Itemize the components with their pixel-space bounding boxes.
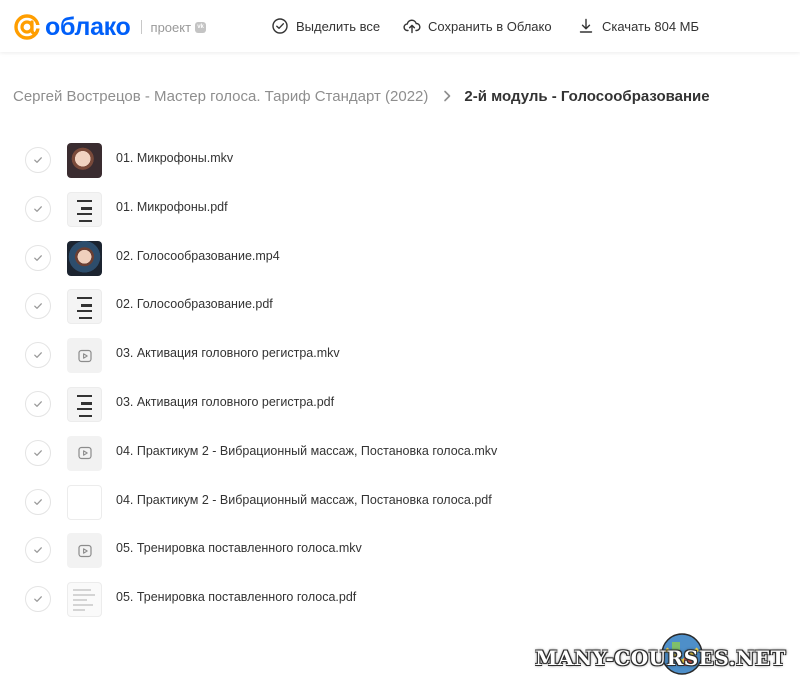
breadcrumb-parent-link[interactable]: Сергей Вострецов - Мастер голоса. Тариф … — [13, 88, 428, 105]
file-select-checkbox[interactable] — [25, 147, 51, 173]
file-select-checkbox[interactable] — [25, 244, 51, 271]
file-name[interactable]: 03. Активация головного регистра.mkv — [116, 346, 340, 360]
file-name[interactable]: 05. Тренировка поставленного голоса.pdf — [116, 590, 356, 604]
document-thumbnail — [67, 582, 102, 618]
file-name[interactable]: 05. Тренировка поставленного голоса.mkv — [116, 541, 362, 555]
project-label: проект — [150, 19, 192, 35]
file-select-checkbox[interactable] — [25, 342, 51, 369]
pdf-thumbnail — [67, 191, 102, 227]
watermark-text: MANY-COURSES.NET — [535, 646, 786, 670]
video-file-icon — [67, 435, 102, 471]
checkmark-icon — [34, 498, 42, 505]
download-icon — [579, 18, 593, 33]
file-list: 01. Микрофоны.mkv 01. Микрофоны.pdf 02. Го… — [0, 137, 800, 625]
pdf-thumbnail — [67, 289, 102, 325]
logo-divider — [140, 20, 142, 34]
file-name[interactable]: 01. Микрофоны.mkv — [116, 151, 233, 165]
file-select-checkbox[interactable] — [25, 488, 51, 515]
top-bar: облако проект vk Выделить все Сохранить … — [0, 0, 800, 52]
at-sign-logo-icon — [14, 14, 41, 40]
file-row[interactable]: 01. Микрофоны.mkv — [0, 137, 800, 186]
cloud-upload-icon — [403, 19, 421, 34]
file-name[interactable]: 03. Активация головного регистра.pdf — [116, 395, 334, 409]
checkmark-icon — [34, 254, 42, 261]
file-row[interactable]: 04. Практикум 2 - Вибрационный массаж, П… — [0, 430, 800, 479]
blank-thumbnail — [67, 484, 102, 520]
checkmark-icon — [34, 352, 42, 359]
save-to-cloud-label: Сохранить в Облако — [428, 18, 552, 34]
checkmark-icon — [34, 401, 42, 407]
pdf-thumbnail — [67, 386, 102, 422]
file-name[interactable]: 04. Практикум 2 - Вибрационный массаж, П… — [116, 444, 497, 458]
vk-badge-icon: vk — [195, 21, 207, 33]
breadcrumb: Сергей Вострецов - Мастер голоса. Тариф … — [13, 85, 710, 107]
video-file-icon — [67, 533, 102, 569]
file-select-checkbox[interactable] — [25, 390, 51, 417]
chevron-right-icon — [444, 90, 451, 102]
logo-text: облако — [45, 12, 131, 41]
video-file-icon — [67, 338, 102, 374]
file-name[interactable]: 02. Голосообразование.pdf — [116, 297, 273, 311]
file-row[interactable]: 01. Микрофоны.pdf — [0, 186, 800, 235]
breadcrumb-current: 2-й модуль - Голосообразование — [464, 87, 710, 105]
file-name[interactable]: 02. Голосообразование.mp4 — [116, 249, 280, 263]
file-row[interactable]: 04. Практикум 2 - Вибрационный массаж, П… — [0, 479, 800, 528]
file-row[interactable]: 05. Тренировка поставленного голоса.mkv — [0, 527, 800, 576]
cloud-logo[interactable]: облако проект vk — [13, 12, 207, 42]
file-row[interactable]: 03. Активация головного регистра.mkv — [0, 332, 800, 381]
file-row[interactable]: 02. Голосообразование.mp4 — [0, 235, 800, 284]
video-preview-thumbnail — [67, 143, 102, 178]
checkmark-icon — [34, 303, 42, 310]
select-all-label: Выделить все — [296, 18, 381, 34]
download-label: Скачать 804 МБ — [602, 18, 700, 34]
file-select-checkbox[interactable] — [25, 537, 51, 564]
file-select-checkbox[interactable] — [25, 195, 51, 222]
file-row[interactable]: 05. Тренировка поставленного голоса.pdf — [0, 576, 800, 625]
checkmark-icon — [34, 596, 42, 603]
video-preview-thumbnail — [67, 240, 102, 276]
file-select-checkbox[interactable] — [25, 293, 51, 320]
check-circle-icon — [272, 18, 288, 34]
file-name[interactable]: 01. Микрофоны.pdf — [116, 200, 228, 214]
download-button[interactable]: Скачать 804 МБ — [577, 0, 699, 52]
file-select-checkbox[interactable] — [25, 439, 51, 466]
checkmark-icon — [34, 157, 42, 163]
file-select-checkbox[interactable] — [25, 586, 51, 613]
save-to-cloud-button[interactable]: Сохранить в Облако — [403, 0, 552, 52]
file-row[interactable]: 03. Активация головного регистра.pdf — [0, 381, 800, 430]
checkmark-icon — [34, 449, 42, 456]
select-all-button[interactable]: Выделить все — [271, 0, 380, 52]
file-row[interactable]: 02. Голосообразование.pdf — [0, 283, 800, 332]
checkmark-icon — [34, 547, 42, 554]
file-name[interactable]: 04. Практикум 2 - Вибрационный массаж, П… — [116, 493, 492, 507]
checkmark-icon — [34, 205, 42, 212]
